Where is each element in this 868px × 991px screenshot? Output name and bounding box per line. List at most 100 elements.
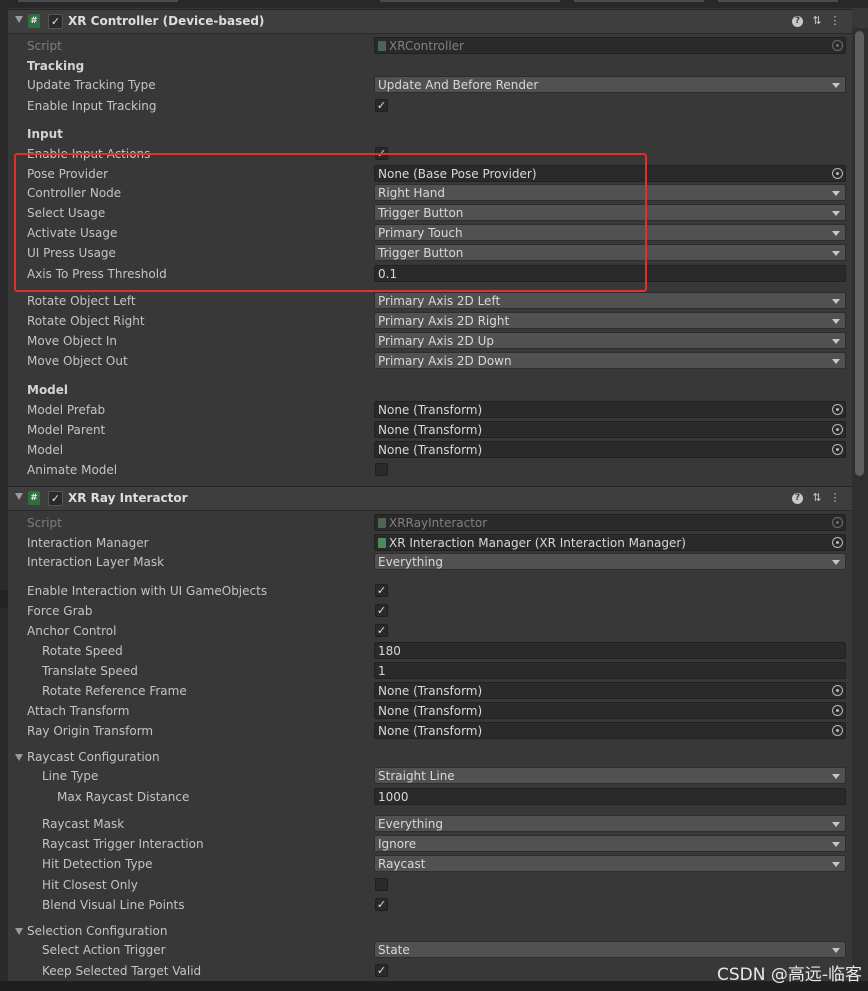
object-picker-icon[interactable] — [832, 168, 843, 179]
foldout-arrow-icon[interactable] — [15, 928, 23, 935]
chevron-down-icon — [832, 319, 840, 324]
object-picker-icon[interactable] — [832, 404, 843, 415]
object-picker-icon[interactable] — [832, 444, 843, 455]
animate-model-row: Animate Model — [8, 460, 852, 480]
enable-input-tracking-checkbox[interactable]: ✓ — [375, 99, 388, 112]
top-tab-2 — [380, 0, 560, 2]
blend-visual-checkbox[interactable]: ✓ — [375, 898, 388, 911]
field-label: Activate Usage — [27, 226, 118, 240]
max-distance-input[interactable]: 1000 — [374, 788, 846, 805]
object-picker-icon[interactable] — [832, 725, 843, 736]
controller-node-dropdown[interactable]: Right Hand — [374, 184, 846, 201]
preset-icon[interactable]: ⇅ — [810, 491, 824, 505]
context-menu-icon[interactable]: ⋮ — [828, 14, 842, 28]
help-icon[interactable]: ? — [792, 16, 803, 27]
field-value: 1000 — [378, 790, 409, 804]
object-picker-icon[interactable] — [832, 685, 843, 696]
fold-arrow-icon[interactable] — [15, 16, 23, 23]
vertical-scrollbar[interactable] — [852, 28, 868, 991]
anchor-control-row: Anchor Control ✓ — [8, 621, 852, 641]
ray-origin-field[interactable]: None (Transform) — [374, 722, 846, 739]
script-label: Script — [27, 39, 62, 53]
select-action-row: Select Action Trigger State — [8, 940, 852, 960]
raycast-mask-dropdown[interactable]: Everything — [374, 815, 846, 832]
fold-arrow-icon[interactable] — [15, 493, 23, 500]
trigger-interaction-dropdown[interactable]: Ignore — [374, 835, 846, 852]
raycast-config-foldout[interactable]: Raycast Configuration — [8, 747, 852, 767]
update-tracking-type-dropdown[interactable]: Update And Before Render — [374, 76, 846, 93]
layer-mask-row: Interaction Layer Mask Everything — [8, 552, 852, 572]
script-value: XRController — [389, 39, 464, 53]
foldout-label[interactable]: Selection Configuration — [27, 924, 168, 938]
force-grab-checkbox[interactable]: ✓ — [375, 604, 388, 617]
object-picker-icon[interactable] — [832, 705, 843, 716]
rotate-left-dropdown[interactable]: Primary Axis 2D Left — [374, 292, 846, 309]
field-label: Line Type — [42, 769, 99, 783]
component-enabled-checkbox[interactable]: ✓ — [48, 14, 63, 29]
interaction-manager-field[interactable]: XR Interaction Manager (XR Interaction M… — [374, 534, 846, 551]
foldout-arrow-icon[interactable] — [15, 754, 23, 761]
field-label: Interaction Manager — [27, 536, 149, 550]
interaction-manager-row: Interaction Manager XR Interaction Manag… — [8, 533, 852, 553]
hit-closest-row: Hit Closest Only — [8, 875, 852, 895]
tracking-header-row: Tracking — [8, 56, 852, 76]
field-label: Model Prefab — [27, 403, 106, 417]
selection-config-foldout[interactable]: Selection Configuration — [8, 921, 852, 941]
hit-closest-checkbox[interactable] — [375, 878, 388, 891]
anchor-control-checkbox[interactable]: ✓ — [375, 624, 388, 637]
field-label: Rotate Object Left — [27, 294, 136, 308]
pose-provider-row: Pose Provider None (Base Pose Provider) — [8, 164, 852, 184]
scrollbar-thumb[interactable] — [855, 31, 864, 476]
field-label: Pose Provider — [27, 167, 109, 181]
object-picker-icon[interactable] — [832, 424, 843, 435]
model-prefab-field[interactable]: None (Transform) — [374, 401, 846, 418]
chevron-down-icon — [832, 339, 840, 344]
translate-speed-input[interactable]: 1 — [374, 662, 846, 679]
blend-visual-row: Blend Visual Line Points ✓ — [8, 895, 852, 915]
rotate-reference-field[interactable]: None (Transform) — [374, 682, 846, 699]
help-icon[interactable]: ? — [792, 493, 803, 504]
move-in-dropdown[interactable]: Primary Axis 2D Up — [374, 332, 846, 349]
activate-usage-dropdown[interactable]: Primary Touch — [374, 224, 846, 241]
dropdown-value: Primary Axis 2D Left — [378, 294, 501, 308]
axis-threshold-input[interactable]: 0.1 — [374, 265, 846, 282]
component-enabled-checkbox[interactable]: ✓ — [48, 491, 63, 506]
attach-transform-row: Attach Transform None (Transform) — [8, 701, 852, 721]
layer-mask-dropdown[interactable]: Everything — [374, 553, 846, 570]
dropdown-value: Right Hand — [378, 186, 446, 200]
enable-input-actions-checkbox[interactable]: ✓ — [375, 147, 388, 160]
hit-detection-dropdown[interactable]: Raycast — [374, 855, 846, 872]
dropdown-value: Everything — [378, 817, 443, 831]
move-out-dropdown[interactable]: Primary Axis 2D Down — [374, 352, 846, 369]
chevron-down-icon — [832, 862, 840, 867]
object-picker-icon[interactable] — [832, 537, 843, 548]
ui-press-usage-dropdown[interactable]: Trigger Button — [374, 244, 846, 261]
field-label: Model Parent — [27, 423, 106, 437]
pose-provider-field[interactable]: None (Base Pose Provider) — [374, 165, 846, 182]
field-value: None (Transform) — [378, 423, 483, 437]
model-row: Model None (Transform) — [8, 440, 852, 460]
field-label: Hit Detection Type — [42, 857, 153, 871]
rotate-speed-input[interactable]: 180 — [374, 642, 846, 659]
attach-transform-field[interactable]: None (Transform) — [374, 702, 846, 719]
enable-ui-checkbox[interactable]: ✓ — [375, 584, 388, 597]
xr-controller-header[interactable]: # ✓ XR Controller (Device-based) ? ⇅ ⋮ — [8, 9, 852, 34]
xr-ray-interactor-header[interactable]: # ✓ XR Ray Interactor ? ⇅ ⋮ — [8, 486, 852, 511]
select-usage-dropdown[interactable]: Trigger Button — [374, 204, 846, 221]
enable-ui-row: Enable Interaction with UI GameObjects ✓ — [8, 581, 852, 601]
line-type-dropdown[interactable]: Straight Line — [374, 767, 846, 784]
model-header-row: Model — [8, 380, 852, 400]
model-parent-field[interactable]: None (Transform) — [374, 421, 846, 438]
foldout-label[interactable]: Raycast Configuration — [27, 750, 160, 764]
select-action-dropdown[interactable]: State — [374, 941, 846, 958]
field-label: Select Action Trigger — [42, 943, 166, 957]
keep-selected-checkbox[interactable]: ✓ — [375, 964, 388, 977]
field-label: Animate Model — [27, 463, 118, 477]
rotate-right-dropdown[interactable]: Primary Axis 2D Right — [374, 312, 846, 329]
context-menu-icon[interactable]: ⋮ — [828, 491, 842, 505]
model-field[interactable]: None (Transform) — [374, 441, 846, 458]
enable-input-actions-row: Enable Input Actions ✓ — [8, 144, 852, 164]
preset-icon[interactable]: ⇅ — [810, 14, 824, 28]
animate-model-checkbox[interactable] — [375, 463, 388, 476]
activate-usage-row: Activate Usage Primary Touch — [8, 223, 852, 243]
